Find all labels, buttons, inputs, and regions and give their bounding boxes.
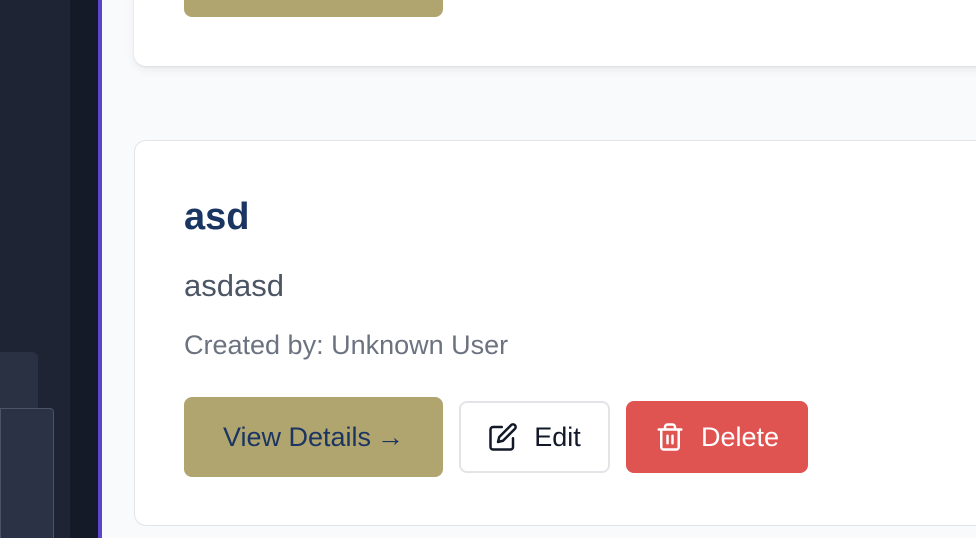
sidebar-rail [70, 0, 98, 538]
previous-card [134, 0, 976, 66]
card-title: asd [184, 196, 250, 238]
card-description: asdasd [184, 268, 284, 303]
previous-card-view-details-button[interactable] [184, 0, 443, 17]
delete-label: Delete [700, 421, 780, 452]
sidebar-panel [0, 408, 54, 538]
edit-label: Edit [534, 421, 581, 452]
item-card: asd asdasd Created by: Unknown User View… [134, 140, 976, 526]
card-created-by: Created by: Unknown User [184, 330, 509, 360]
delete-button[interactable]: Delete [626, 401, 808, 473]
sidebar-active-edge [98, 0, 102, 538]
arrow-right-icon: → [377, 421, 405, 452]
view-details-label: View Details [222, 421, 372, 452]
trash-icon [655, 422, 685, 452]
edit-icon [488, 422, 518, 452]
edit-button[interactable]: Edit [459, 401, 610, 473]
view-details-button[interactable]: View Details → [184, 397, 443, 477]
